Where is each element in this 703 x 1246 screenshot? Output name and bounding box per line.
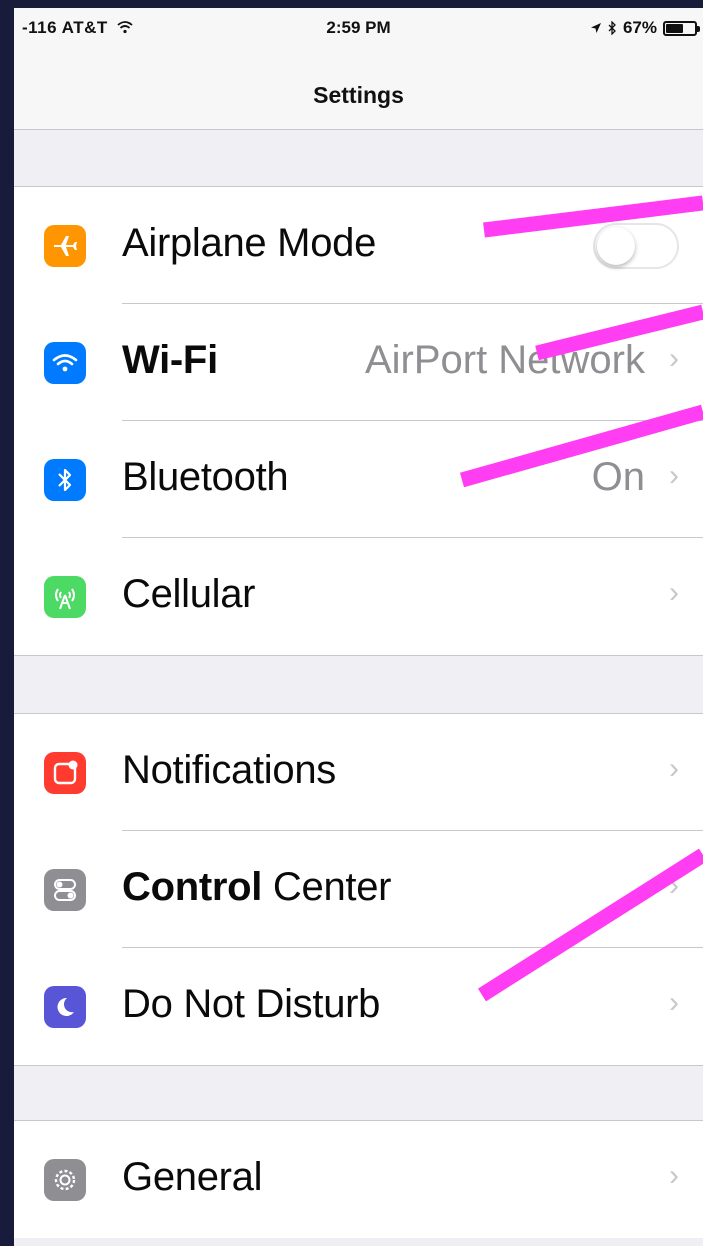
battery-icon bbox=[663, 20, 700, 36]
bluetooth-icon bbox=[44, 459, 86, 501]
chevron-right-icon: › bbox=[669, 1159, 679, 1192]
row-do-not-disturb[interactable]: Do Not Disturb › bbox=[14, 948, 703, 1065]
chevron-right-icon: › bbox=[669, 576, 679, 609]
chevron-right-icon: › bbox=[669, 459, 679, 492]
row-cellular[interactable]: Cellular › bbox=[14, 538, 703, 655]
nav-bar: Settings bbox=[14, 50, 703, 130]
wifi-network-value: AirPort Network bbox=[364, 338, 645, 382]
control-center-icon bbox=[44, 869, 86, 911]
general-label: General bbox=[122, 1155, 263, 1199]
control-center-label: Control Center bbox=[122, 865, 392, 909]
row-bluetooth[interactable]: Bluetooth On › bbox=[14, 421, 703, 538]
settings-group-general: General › bbox=[14, 1120, 703, 1238]
wifi-icon bbox=[44, 342, 86, 384]
chevron-right-icon: › bbox=[669, 869, 679, 902]
status-right: 67% bbox=[590, 18, 700, 38]
notifications-label: Notifications bbox=[122, 748, 336, 792]
bluetooth-label: Bluetooth bbox=[122, 455, 289, 499]
bluetooth-value: On bbox=[591, 455, 645, 499]
settings-group-connectivity: Airplane Mode Wi-Fi AirPort Network › Bl… bbox=[14, 186, 703, 656]
chevron-right-icon: › bbox=[669, 752, 679, 785]
page-title: Settings bbox=[313, 82, 404, 108]
airplane-icon bbox=[44, 225, 86, 267]
gear-icon bbox=[44, 1159, 86, 1201]
do-not-disturb-label: Do Not Disturb bbox=[122, 982, 381, 1026]
row-general[interactable]: General › bbox=[14, 1121, 703, 1238]
toggle-knob bbox=[597, 227, 635, 265]
row-control-center[interactable]: Control Center › bbox=[14, 831, 703, 948]
chevron-right-icon: › bbox=[669, 986, 679, 1019]
location-icon bbox=[590, 23, 601, 33]
row-airplane-mode[interactable]: Airplane Mode bbox=[14, 187, 703, 304]
airplane-mode-toggle[interactable] bbox=[593, 223, 679, 269]
notifications-icon bbox=[44, 752, 86, 794]
bluetooth-status-icon bbox=[608, 21, 616, 35]
cellular-icon bbox=[44, 576, 86, 618]
moon-icon bbox=[44, 986, 86, 1028]
settings-group-alerts: Notifications › Control Center › Do Not … bbox=[14, 713, 703, 1066]
airplane-mode-label: Airplane Mode bbox=[122, 221, 377, 265]
battery-percent: 67% bbox=[622, 18, 657, 37]
cellular-label: Cellular bbox=[122, 572, 256, 616]
row-wifi[interactable]: Wi-Fi AirPort Network › bbox=[14, 304, 703, 421]
wifi-label: Wi-Fi bbox=[122, 338, 218, 382]
settings-screen: -116 AT&T 2:59 PM 67% Settings Airplane … bbox=[14, 8, 703, 1246]
chevron-right-icon: › bbox=[669, 342, 679, 375]
row-notifications[interactable]: Notifications › bbox=[14, 714, 703, 831]
status-bar: -116 AT&T 2:59 PM 67% bbox=[14, 8, 703, 50]
